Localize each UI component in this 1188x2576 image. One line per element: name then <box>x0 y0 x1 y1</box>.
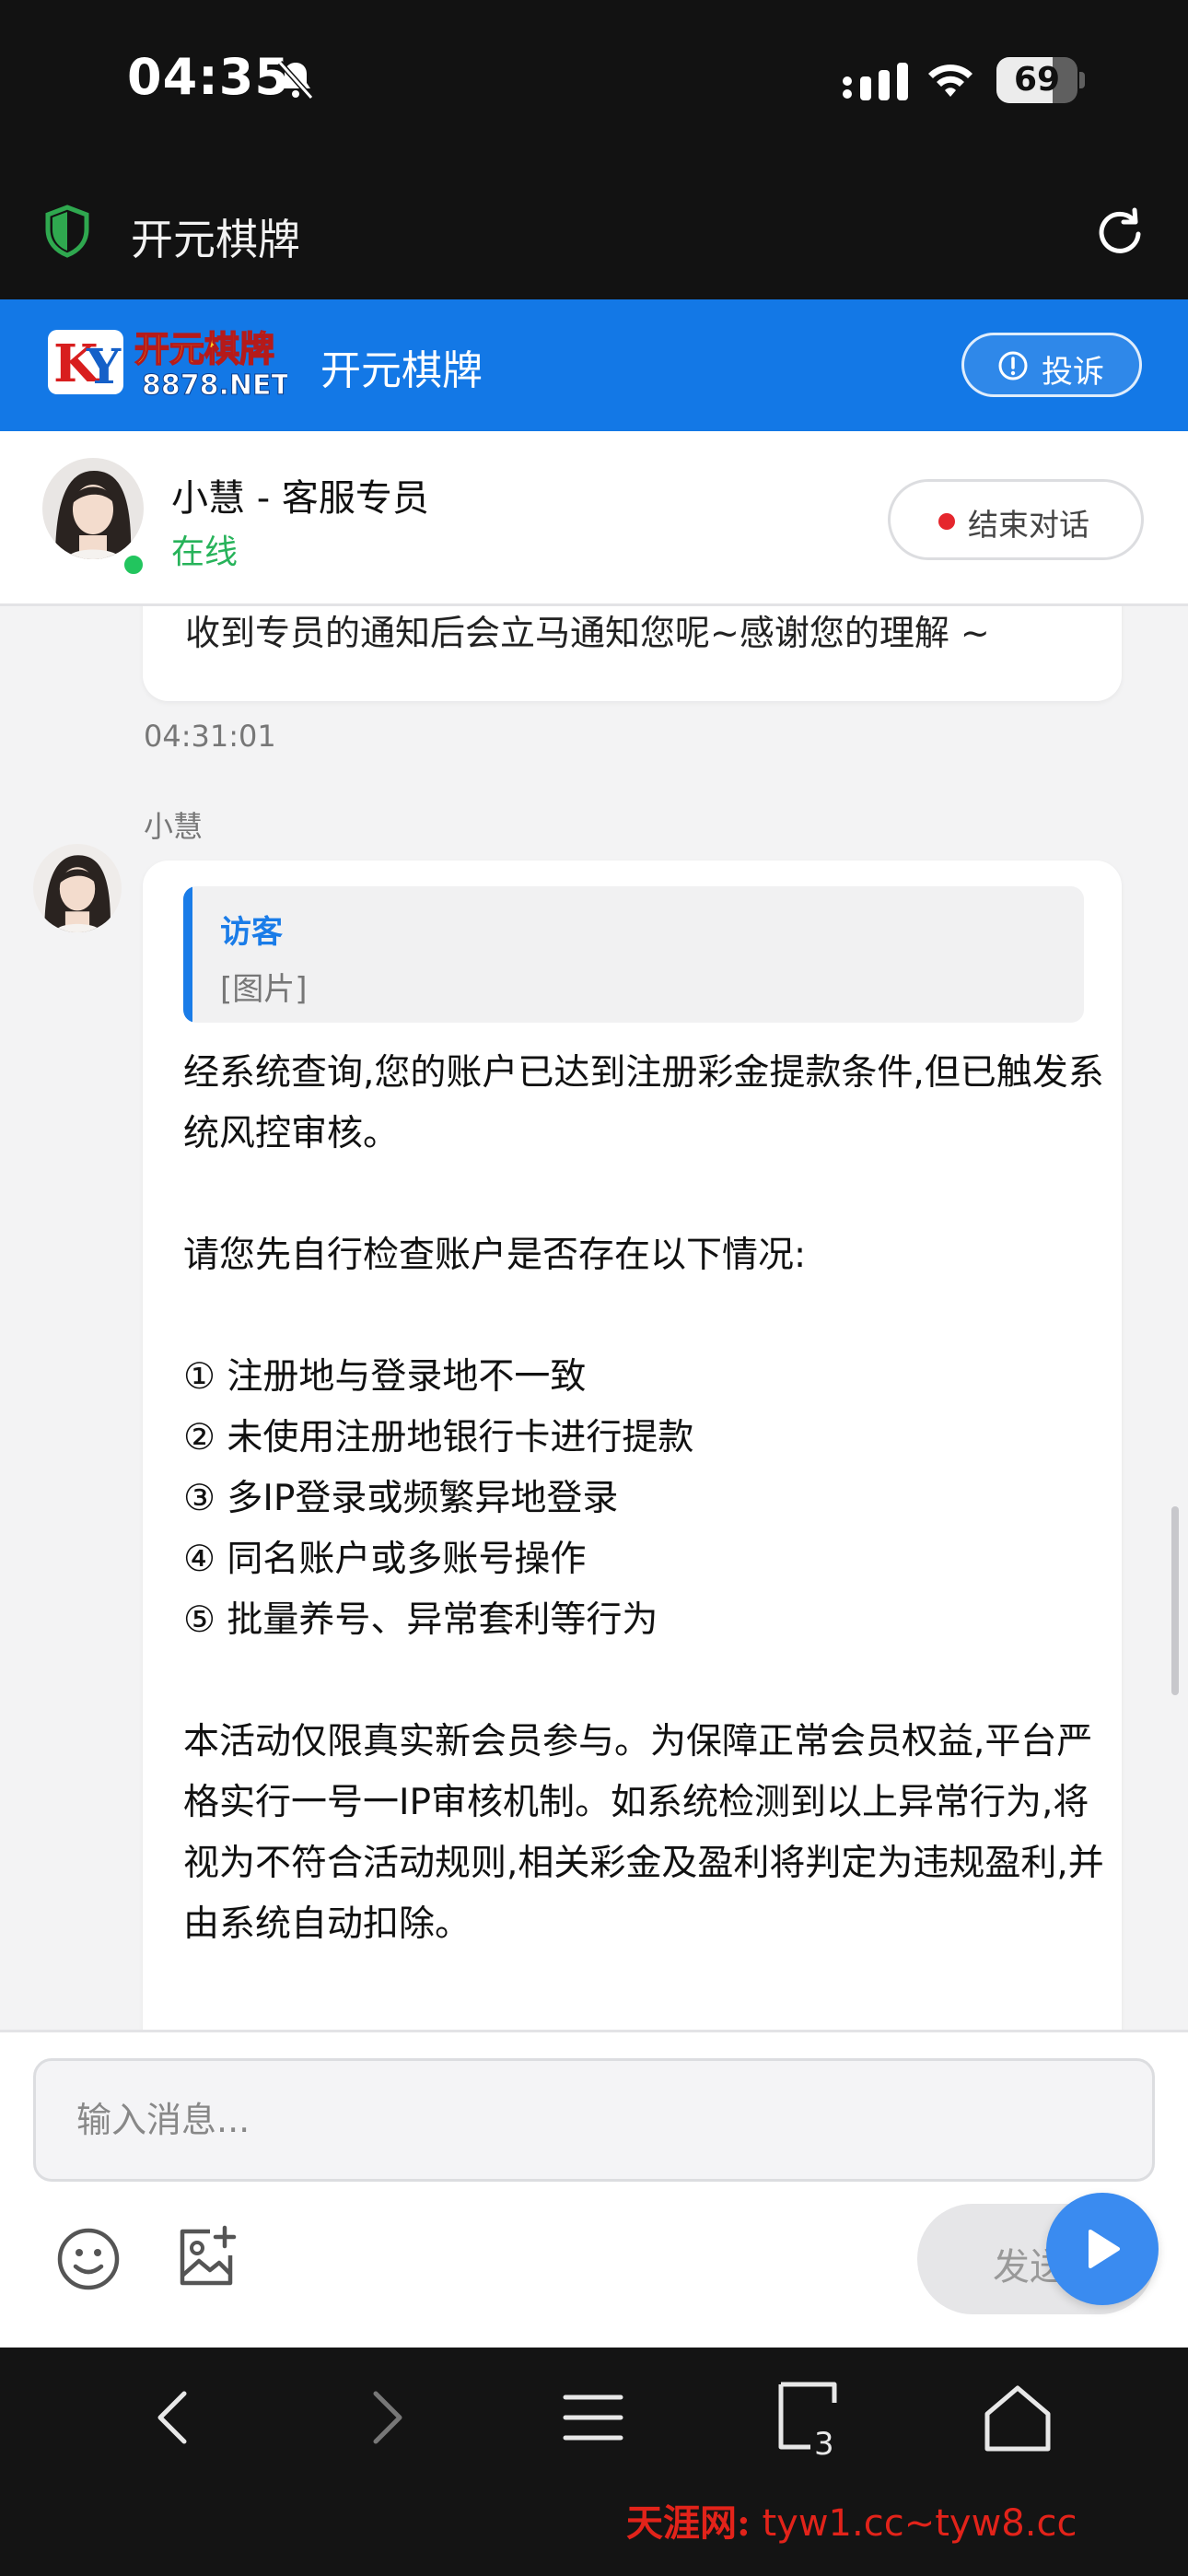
sender-avatar[interactable] <box>33 844 122 932</box>
quote-author: 访客 <box>220 914 283 951</box>
condition-item: ② 未使用注册地银行卡进行提款 <box>183 1417 694 1458</box>
chat-messages[interactable]: 收到专员的通知后会立马通知您呢~感谢您的理解 ~ 04:31:01 小慧 访客 … <box>0 606 1188 2030</box>
agent-avatar[interactable] <box>42 458 144 559</box>
message-body: 经系统查询,您的账户已达到注册彩金提款条件,但已触发系统风控审核。 请您先自行检… <box>183 1043 1104 2016</box>
watermark: 天涯网: tyw1.cc~tyw8.cc <box>626 2493 1077 2547</box>
previous-message-bubble: 收到专员的通知后会立马通知您呢~感谢您的理解 ~ <box>143 606 1122 701</box>
chat-scrollbar[interactable] <box>1171 1506 1179 1695</box>
menu-icon[interactable] <box>556 2381 630 2454</box>
alert-circle-icon <box>998 351 1028 381</box>
quoted-message[interactable]: 访客 [图片] <box>183 886 1084 1023</box>
complain-label: 投诉 <box>1042 354 1104 391</box>
play-icon <box>1089 2230 1120 2268</box>
agent-name: 小慧 - 客服专员 <box>171 477 429 520</box>
shield-icon[interactable] <box>44 205 90 258</box>
message-paragraph: 经系统查询,您的账户已达到注册彩金提款条件,但已触发系统风控审核。 <box>183 1052 1104 1154</box>
message-input[interactable] <box>33 2058 1155 2182</box>
watermark-url: tyw1.cc~tyw8.cc <box>762 2502 1077 2545</box>
condition-item: ① 注册地与登录地不一致 <box>183 1356 587 1398</box>
previous-message-text: 收到专员的通知后会立马通知您呢~感谢您的理解 ~ <box>185 613 990 653</box>
home-icon[interactable] <box>976 2377 1059 2460</box>
message-paragraph: 请您先自行检查账户是否存在以下情况: <box>183 1235 807 1276</box>
battery-percent: 69 <box>1013 61 1061 99</box>
message-timestamp: 04:31:01 <box>144 719 276 754</box>
svg-text:Y: Y <box>86 339 122 395</box>
refresh-icon[interactable] <box>1094 206 1149 258</box>
message-bubble: 访客 [图片] 经系统查询,您的账户已达到注册彩金提款条件,但已触发系统风控审核… <box>143 861 1122 2030</box>
complain-button[interactable]: 投诉 <box>961 333 1142 397</box>
end-chat-button[interactable]: 结束对话 <box>888 479 1144 560</box>
site-name: 开元棋牌 <box>320 347 483 394</box>
quote-accent-bar <box>183 886 192 1023</box>
quote-content: [图片] <box>220 971 308 1008</box>
floating-send-button[interactable] <box>1046 2193 1159 2305</box>
condition-item: ④ 同名账户或多账号操作 <box>183 1539 587 1580</box>
condition-item: ③ 多IP登录或频繁异地登录 <box>183 1478 619 1519</box>
end-chat-label: 结束对话 <box>968 507 1089 543</box>
status-time: 04:35 <box>127 48 290 106</box>
watermark-brand: 天涯网: <box>626 2501 751 2545</box>
sender-name: 小慧 <box>144 809 204 844</box>
svg-text:8878.NET: 8878.NET <box>142 369 287 400</box>
tab-count: 3 <box>814 2426 834 2460</box>
signal-icon <box>843 63 908 100</box>
site-logo[interactable]: K Y 开元棋牌 8878.NET <box>46 324 287 400</box>
wifi-icon <box>928 64 973 97</box>
online-indicator <box>122 553 146 577</box>
tabs-icon[interactable]: 3 <box>768 2377 851 2460</box>
conditions-list: ① 注册地与登录地不一致 ② 未使用注册地银行卡进行提款 ③ 多IP登录或频繁异… <box>183 1347 1104 1651</box>
condition-item: ⑤ 批量养号、异常套利等行为 <box>183 1599 658 1641</box>
agent-status: 在线 <box>171 533 239 571</box>
forward-icon[interactable] <box>348 2381 422 2454</box>
back-icon[interactable] <box>138 2381 212 2454</box>
message-closing: 本活动仅限真实新会员参与。为保障正常会员权益,平台严格实行一号一IP审核机制。如… <box>183 1721 1104 1945</box>
browser-page-title[interactable]: 开元棋牌 <box>131 206 300 267</box>
battery-indicator: 69 <box>996 57 1085 103</box>
image-upload-icon[interactable] <box>173 2224 239 2290</box>
svg-text:开元棋牌: 开元棋牌 <box>134 329 274 369</box>
emoji-icon[interactable] <box>55 2226 122 2292</box>
red-dot-icon <box>938 513 955 530</box>
bell-muted-icon <box>277 60 314 100</box>
